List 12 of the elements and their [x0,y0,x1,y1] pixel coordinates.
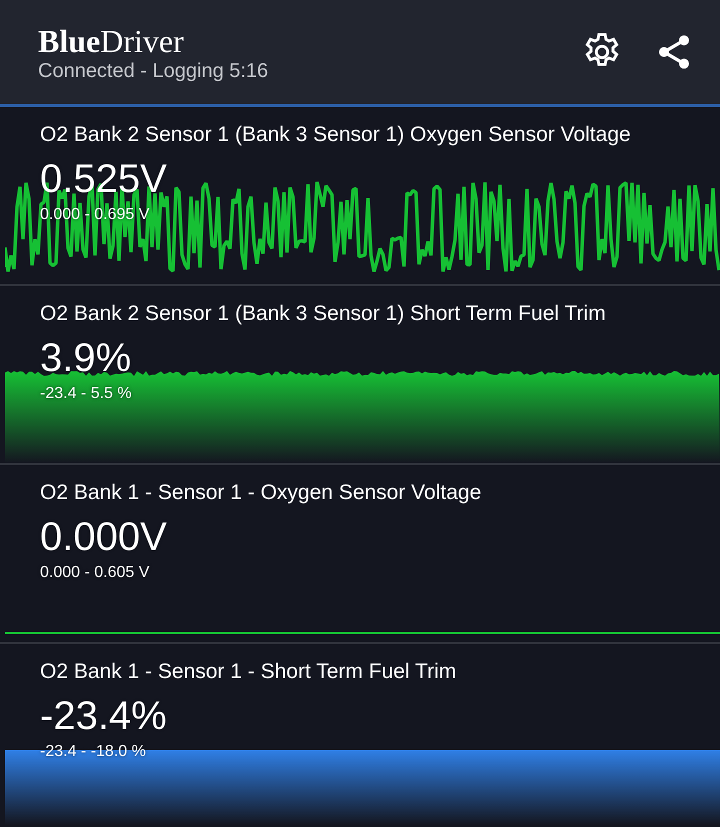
gauge-value: 3.9% [40,335,132,382]
gauge-value: -23.4% [40,693,167,740]
gauge-title: O2 Bank 2 Sensor 1 (Bank 3 Sensor 1) Short Term Fuel Trim [40,301,606,327]
gauge-value: 0.000V [40,514,167,561]
gauge-range: -23.4 - 5.5 % [40,384,132,404]
connection-status: Connected - Logging 5:16 [38,59,268,84]
gauge-range: 0.000 - 0.605 V [40,563,150,583]
gauge-value: 0.525V [40,156,167,203]
gauge-title: O2 Bank 1 - Sensor 1 - Oxygen Sensor Voltage [40,480,482,506]
gauge-title: O2 Bank 1 - Sensor 1 - Short Term Fuel Trim [40,659,456,685]
app-logo: BlueDriver [38,24,185,58]
gauge-title: O2 Bank 2 Sensor 1 (Bank 3 Sensor 1) Oxygen Sensor Voltage [40,122,631,148]
